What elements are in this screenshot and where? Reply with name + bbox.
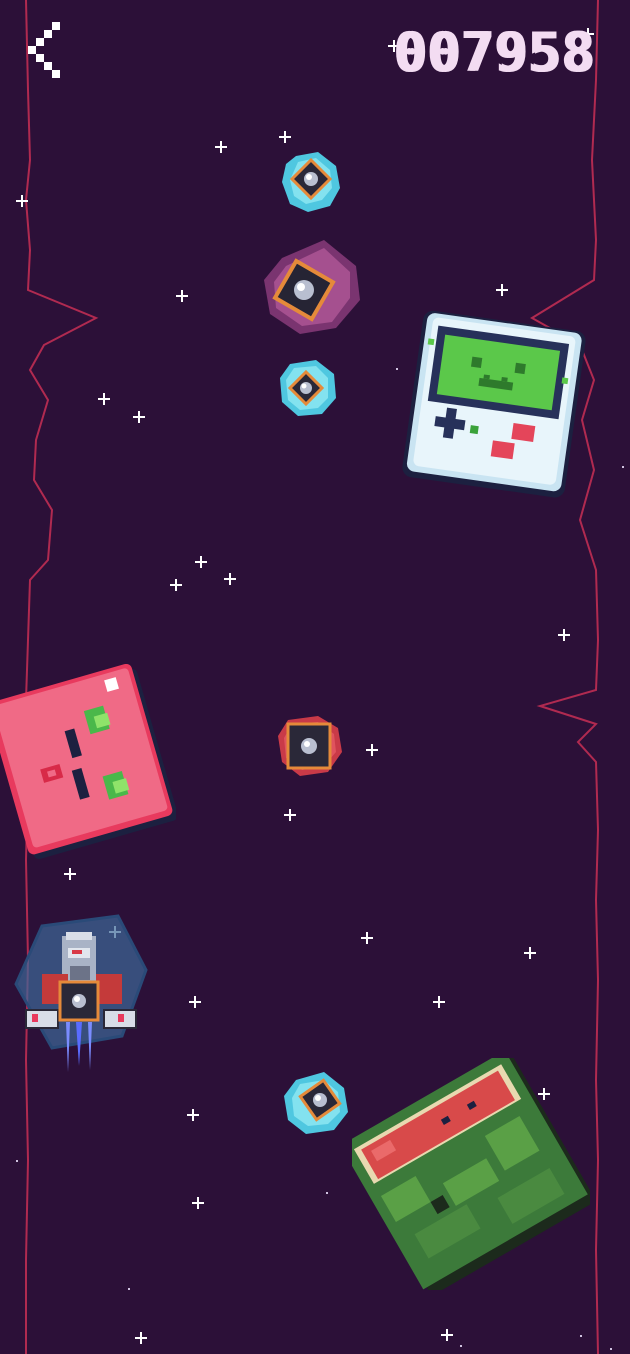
- star: [135, 1332, 147, 1344]
- blue-asteroid: [280, 360, 336, 416]
- star: [16, 195, 28, 207]
- star-dot: [580, 1335, 582, 1337]
- star: [215, 141, 227, 153]
- watermelon-enemy: [352, 1058, 590, 1290]
- star-dot: [326, 1192, 328, 1194]
- gameboy-icon: [402, 310, 586, 498]
- star: [133, 411, 145, 423]
- blue-asteroid: [284, 1072, 348, 1134]
- game-stage[interactable]: 007958: [0, 0, 630, 1354]
- star: [195, 556, 207, 568]
- blue-asteroid: [282, 152, 340, 212]
- star: [496, 284, 508, 296]
- pink-block-enemy: [0, 664, 176, 859]
- star-dot: [610, 1348, 612, 1350]
- star-dot: [622, 466, 624, 468]
- back-button[interactable]: [22, 20, 68, 86]
- purple-asteroid: [264, 240, 360, 334]
- star: [176, 290, 188, 302]
- star: [558, 629, 570, 641]
- star: [433, 996, 445, 1008]
- star: [524, 947, 536, 959]
- star-dot: [460, 1345, 462, 1347]
- star: [361, 932, 373, 944]
- star: [224, 573, 236, 585]
- star: [366, 744, 378, 756]
- star: [170, 579, 182, 591]
- handheld-console-enemy: [402, 310, 586, 498]
- pink-block-icon: [0, 664, 176, 859]
- chevron-left-icon: [28, 22, 60, 78]
- star: [279, 131, 291, 143]
- star: [189, 996, 201, 1008]
- star: [284, 809, 296, 821]
- star: [64, 868, 76, 880]
- asteroid-core-icon: [286, 722, 332, 770]
- star: [187, 1109, 199, 1121]
- star-dot: [128, 1288, 130, 1290]
- watermelon-icon: [352, 1058, 590, 1290]
- player-spaceship[interactable]: [12, 914, 152, 1080]
- star: [98, 393, 110, 405]
- star: [441, 1329, 453, 1341]
- star: [192, 1197, 204, 1209]
- score-counter: 007958: [392, 21, 594, 84]
- red-asteroid: [278, 716, 342, 776]
- star-dot: [16, 1160, 18, 1162]
